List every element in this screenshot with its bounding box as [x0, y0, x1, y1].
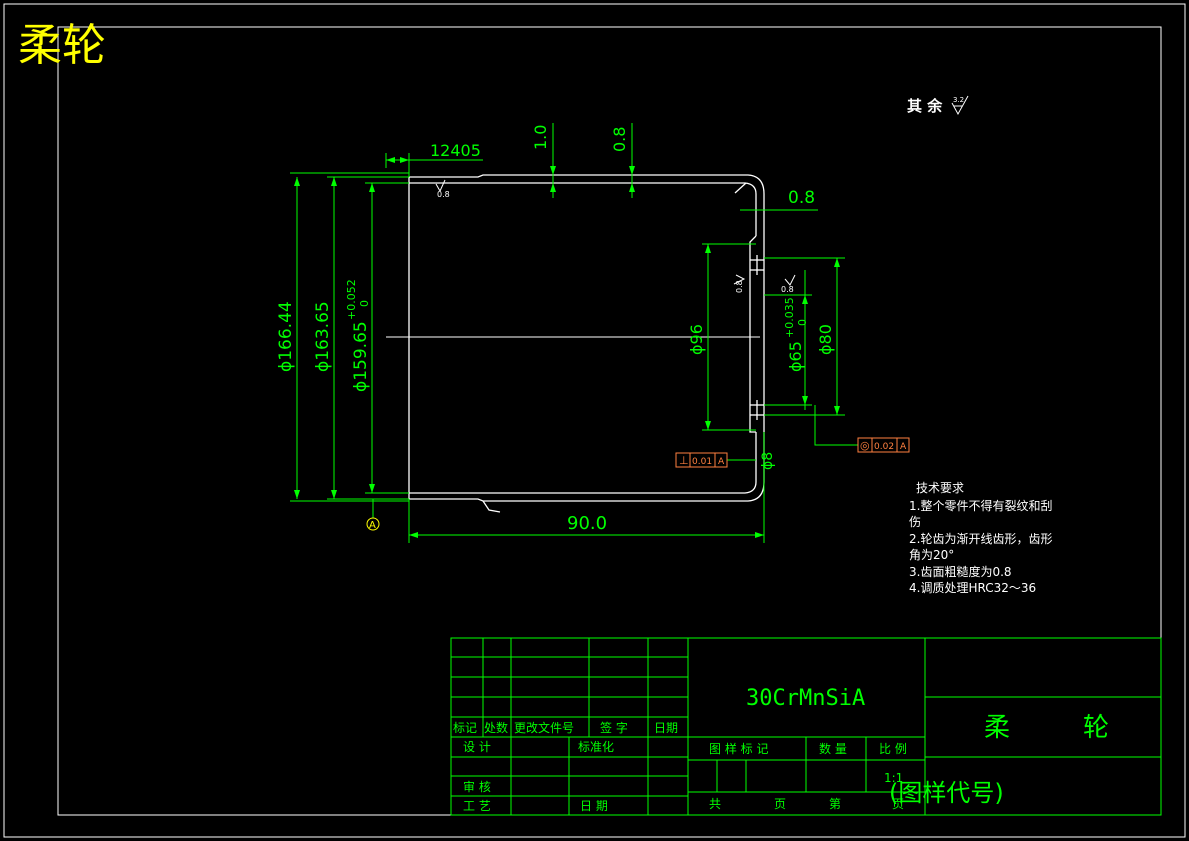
svg-text:◎: ◎	[860, 439, 870, 452]
roughness-symbol-icon: 3.2	[951, 95, 969, 116]
dim-wall-1: 1.0	[531, 125, 550, 150]
tech-requirements: 技术要求 1.整个零件不得有裂纹和刮 伤 2.轮齿为渐开线齿形，齿形 角为20°…	[909, 481, 1052, 595]
dim-length: 90.0	[567, 513, 607, 534]
dim-top-offset: 12405	[430, 141, 481, 160]
tech-line: 3.齿面粗糙度为0.8	[909, 564, 1012, 579]
dim-outer: ϕ166.44	[276, 301, 296, 372]
concentricity-frame: ◎ 0.02 A	[857, 437, 910, 453]
tb-mark: 标记	[453, 721, 477, 735]
tb-standard: 标准化	[578, 740, 614, 754]
drawing-title: 柔轮	[18, 20, 106, 71]
svg-text:A: A	[900, 442, 907, 452]
svg-text:0.8: 0.8	[437, 190, 450, 199]
dim-end-wall: 0.8	[788, 188, 815, 208]
tb-total: 共	[709, 797, 721, 811]
svg-text:⊥: ⊥	[679, 454, 689, 467]
roughness-values: 0.8 0.8 0.8	[437, 190, 794, 294]
tb-drawing-code: (图样代号)	[889, 779, 1004, 807]
tb-design: 设 计	[463, 740, 491, 754]
surface-note: 其 余	[907, 97, 943, 115]
tb-no: 第	[829, 797, 841, 811]
dim-65-tol-upper: +0.035	[783, 297, 796, 338]
roughness-marks	[435, 179, 796, 286]
tb-quantity: 数 量	[819, 741, 847, 756]
svg-text:A: A	[718, 457, 725, 467]
tb-drawing-mark: 图 样 标 记	[709, 741, 768, 756]
dim-8: ϕ8	[760, 452, 776, 470]
tech-line: 1.整个零件不得有裂纹和刮	[909, 498, 1052, 513]
dim-inner-tol-upper: +0.052	[345, 279, 358, 320]
drawing-canvas: 柔轮 其 余 3.2 12405 1.0 0.8 0.8 ϕ166.44 ϕ16…	[3, 3, 1186, 838]
svg-text:3.2: 3.2	[953, 96, 964, 104]
tb-review: 审 核	[463, 779, 491, 794]
tech-line: 角为20°	[909, 548, 954, 562]
dimension-texts: 12405 1.0 0.8 0.8 ϕ166.44 ϕ163.65 ϕ159.6…	[276, 125, 835, 534]
tb-material: 30CrMnSiA	[746, 686, 865, 711]
dim-wall-2: 0.8	[610, 127, 629, 152]
svg-text:0.01: 0.01	[692, 457, 712, 467]
tb-part-name-left: 柔	[984, 713, 1010, 743]
svg-text:0.02: 0.02	[874, 442, 894, 452]
tb-count: 处数	[484, 720, 508, 735]
tb-process: 工 艺	[463, 799, 491, 813]
tb-change-doc: 更改文件号	[514, 720, 574, 735]
tech-heading: 技术要求	[916, 481, 964, 495]
dim-mid: ϕ163.65	[313, 301, 333, 372]
tb-part-name-right: 轮	[1083, 713, 1109, 743]
dimension-lines	[290, 123, 858, 543]
dim-inner-tol-lower: 0	[358, 300, 371, 307]
tech-line: 2.轮齿为渐开线齿形，齿形	[909, 532, 1052, 546]
tech-line: 伤	[909, 515, 921, 529]
tb-sign: 签 字	[600, 720, 628, 735]
dimension-arrows	[294, 157, 840, 538]
dim-96: ϕ96	[687, 324, 706, 355]
svg-text:0.8: 0.8	[735, 280, 744, 293]
perpendicularity-frame: ⊥ 0.01 A	[675, 452, 728, 468]
tb-scale: 比 例	[879, 742, 907, 756]
dim-inner: ϕ159.65	[351, 321, 371, 392]
dim-65: ϕ65	[786, 341, 805, 372]
dim-65-tol-lower: 0	[796, 319, 809, 326]
title-block-text: 标记 处数 更改文件号 签 字 日期 设 计 标准化 审 核 工 艺 日 期 图…	[453, 686, 1109, 813]
tb-date2: 日 期	[580, 799, 608, 813]
dim-80: ϕ80	[816, 324, 835, 355]
datum-label: A	[369, 520, 376, 531]
svg-text:0.8: 0.8	[781, 285, 794, 294]
tb-sheet: 页	[774, 797, 786, 811]
tb-date: 日期	[654, 721, 678, 735]
tech-line: 4.调质处理HRC32～36	[909, 581, 1036, 595]
